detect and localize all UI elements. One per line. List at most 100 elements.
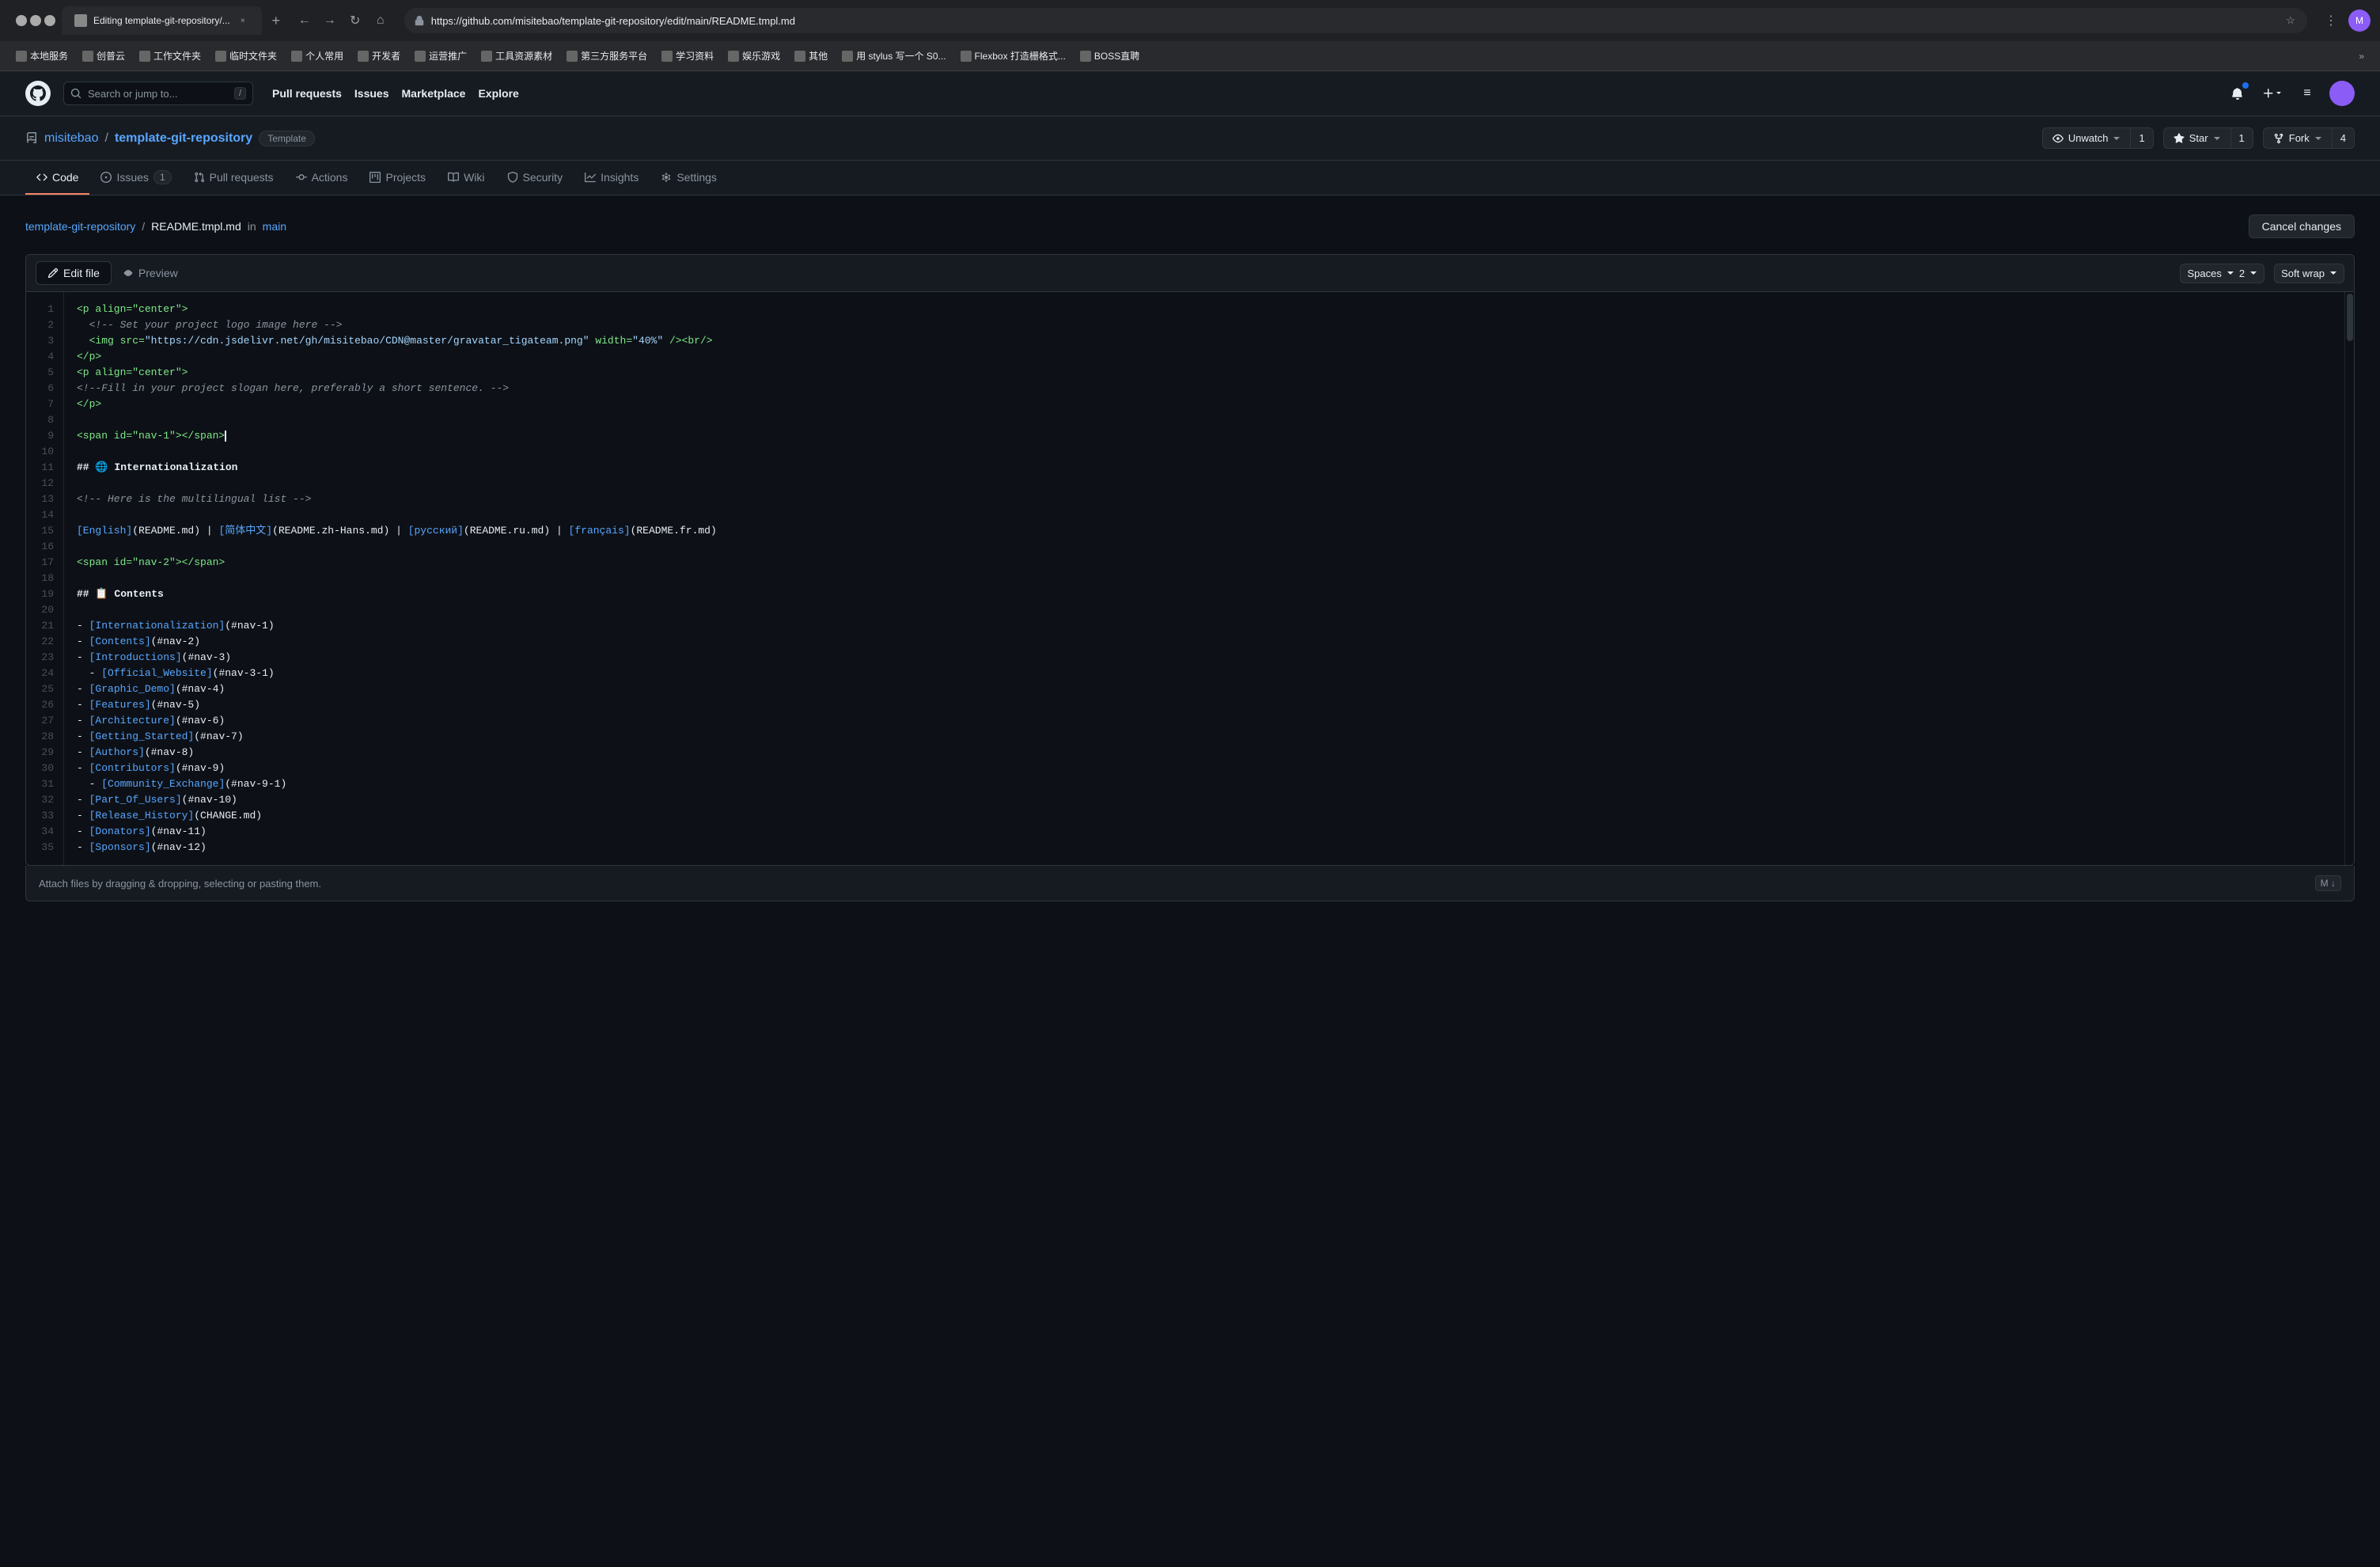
line-number: 22 [26,634,63,650]
code-content[interactable]: <p align="center"> <!-- Set your project… [64,292,2344,865]
github-octocat-icon [30,85,46,101]
tab-issues[interactable]: Issues 1 [89,161,182,195]
line-numbers: 1 2 3 4 5 6 7 8 9 10 11 12 13 14 15 16 1… [26,292,64,865]
line-number: 12 [26,476,63,491]
cancel-changes-btn[interactable]: Cancel changes [2249,214,2355,238]
preview-tab-label: Preview [138,267,178,279]
github-search[interactable]: Search or jump to... / [63,82,253,105]
code-line: - [Internationalization](#nav-1) [77,618,2332,634]
line-number: 17 [26,555,63,571]
tab-projects[interactable]: Projects [358,161,437,195]
window-min-btn[interactable] [30,15,41,26]
tab-security[interactable]: Security [496,161,574,195]
edit-file-tab[interactable]: Edit file [36,261,112,285]
bookmark-other[interactable]: 其他 [788,46,834,66]
window-max-btn[interactable] [44,15,55,26]
line-number: 24 [26,666,63,681]
refresh-btn[interactable]: ↻ [344,9,366,32]
back-btn[interactable]: ← [294,9,316,32]
bookmark-saas[interactable]: 第三方服务平台 [560,46,654,66]
search-placeholder: Search or jump to... [88,88,177,100]
fork-count[interactable]: 4 [2332,127,2355,149]
preview-tab[interactable]: Preview [112,262,189,284]
spaces-select[interactable]: Spaces 2 [2180,264,2264,283]
breadcrumb-branch[interactable]: main [263,220,286,233]
search-kbd: / [234,87,246,100]
star-btn[interactable]: Star [2163,127,2230,149]
repo-name[interactable]: template-git-repository [115,131,252,146]
repo-separator: / [104,131,108,146]
tab-pull-requests[interactable]: Pull requests [183,161,285,195]
fork-btn[interactable]: Fork [2263,127,2332,149]
tab-title: Editing template-git-repository/... [93,15,230,26]
profile-btn[interactable]: M [2348,9,2371,32]
tab-wiki[interactable]: Wiki [437,161,495,195]
bookmark-personal[interactable]: 个人常用 [285,46,350,66]
watch-btn[interactable]: Unwatch [2042,127,2131,149]
chevron-down-icon [2329,269,2337,277]
line-number: 33 [26,808,63,824]
bookmark-stylus[interactable]: 用 stylus 写一个 S0... [836,46,952,66]
active-tab[interactable]: Editing template-git-repository/... × [62,6,262,35]
window-close-btn[interactable] [16,15,27,26]
browser-tabs: Editing template-git-repository/... × + [62,6,287,35]
code-line [77,412,2332,428]
code-line: </p> [77,396,2332,412]
bookmark-favicon [481,51,492,62]
bookmark-local[interactable]: 本地服务 [9,46,74,66]
breadcrumb-repo-link[interactable]: template-git-repository [25,220,135,233]
bookmark-games[interactable]: 娱乐游戏 [722,46,786,66]
tab-actions[interactable]: Actions [285,161,359,195]
line-number: 32 [26,792,63,808]
nav-pull-requests[interactable]: Pull requests [272,87,342,100]
bookmark-star-icon[interactable]: ☆ [2283,13,2298,28]
bookmarks-more-btn[interactable]: » [2352,47,2371,65]
footer-attach-text: Attach files by dragging & dropping, sel… [39,878,321,890]
repo-tabs: Code Issues 1 Pull requests Actions Proj… [0,161,2380,195]
bookmark-dev[interactable]: 开发者 [351,46,407,66]
menu-btn[interactable]: ≡ [2295,81,2320,106]
tab-security-label: Security [523,171,563,184]
bookmark-tmp[interactable]: 临时文件夹 [209,46,283,66]
bookmark-work[interactable]: 工作文件夹 [133,46,207,66]
notifications-btn[interactable] [2225,81,2250,106]
repo-owner[interactable]: misitebao [44,131,98,146]
home-btn[interactable]: ⌂ [370,9,392,32]
line-number: 14 [26,507,63,523]
nav-issues[interactable]: Issues [354,87,389,100]
extensions-btn[interactable]: ⋮ [2320,9,2342,32]
line-number: 7 [26,396,63,412]
tab-settings[interactable]: Settings [650,161,728,195]
star-icon [2173,133,2185,144]
bookmark-boss[interactable]: BOSS直聘 [1074,46,1146,66]
nav-explore[interactable]: Explore [478,87,518,100]
bookmark-tools[interactable]: 工具资源素材 [475,46,559,66]
bookmark-cp[interactable]: 创普云 [76,46,131,66]
pr-icon [194,172,205,183]
bookmark-favicon [82,51,93,62]
code-editor[interactable]: 1 2 3 4 5 6 7 8 9 10 11 12 13 14 15 16 1… [26,292,2354,865]
code-line: - [Architecture](#nav-6) [77,713,2332,729]
watch-count[interactable]: 1 [2130,127,2153,149]
user-avatar[interactable] [2329,81,2355,106]
tab-insights[interactable]: Insights [574,161,650,195]
bookmark-flexbox[interactable]: Flexbox 打造栅格式... [954,46,1072,66]
tab-code[interactable]: Code [25,161,89,195]
spaces-value: 2 [2239,267,2245,279]
address-bar[interactable]: https://github.com/misitebao/template-gi… [404,8,2307,33]
github-logo[interactable] [25,81,51,106]
new-tab-btn[interactable]: + [265,9,287,32]
code-line [77,444,2332,460]
forward-btn[interactable]: → [319,9,341,32]
star-count[interactable]: 1 [2230,127,2253,149]
bookmark-learning[interactable]: 学习资料 [655,46,720,66]
editor-scrollbar[interactable] [2344,292,2354,865]
tab-close-btn[interactable]: × [237,14,249,27]
bookmark-favicon [16,51,27,62]
bookmark-ops[interactable]: 运营推广 [408,46,473,66]
add-btn[interactable] [2260,81,2285,106]
template-badge: Template [259,131,315,146]
soft-wrap-select[interactable]: Soft wrap [2274,264,2344,283]
code-line: <span id="nav-1"></span> [77,428,2332,444]
nav-marketplace[interactable]: Marketplace [402,87,466,100]
